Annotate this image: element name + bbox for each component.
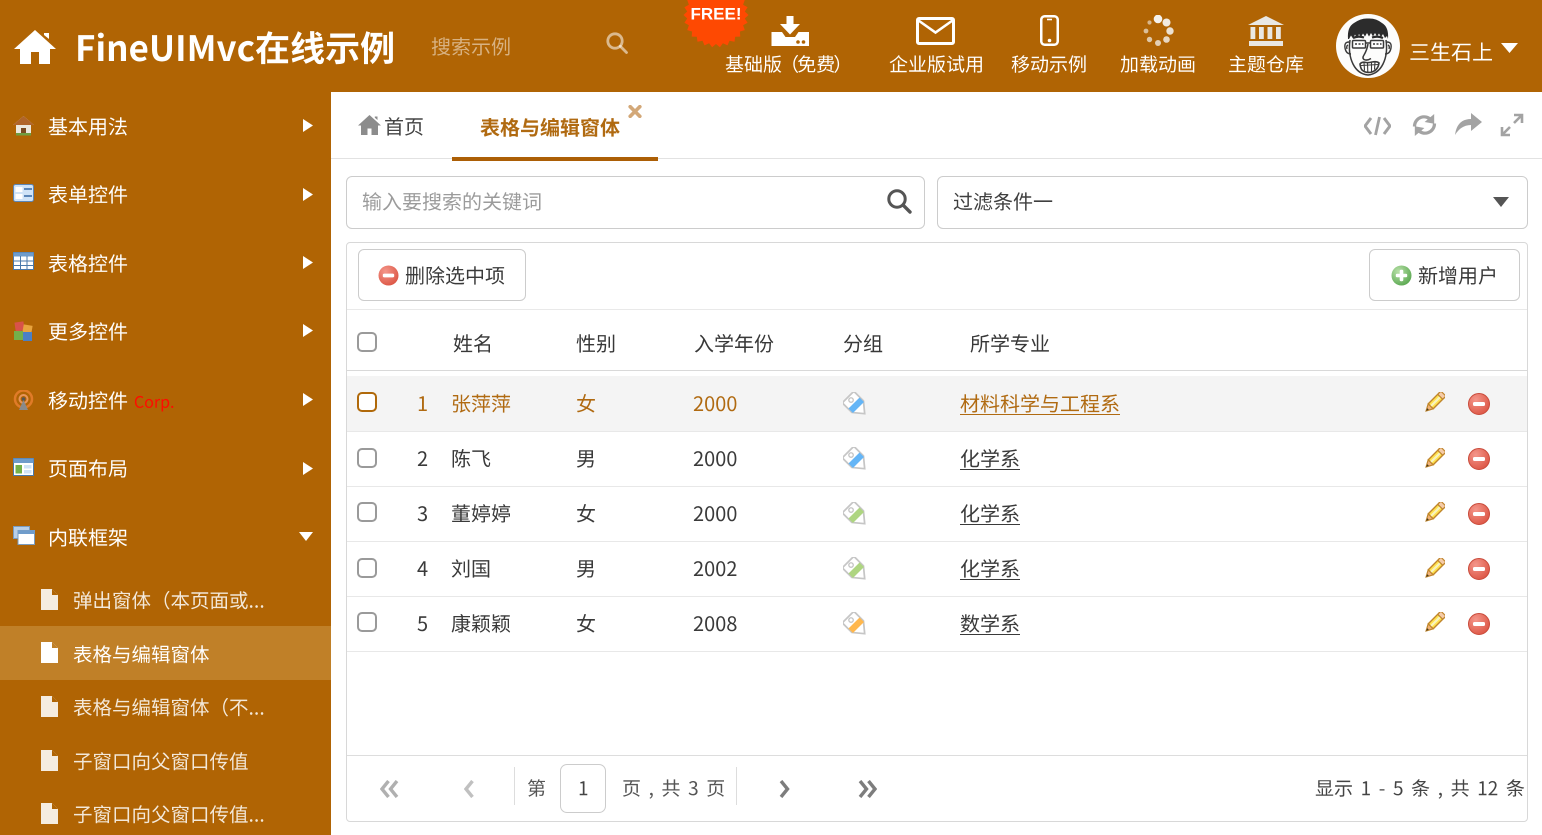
svg-text:FREE!: FREE! (691, 5, 742, 24)
